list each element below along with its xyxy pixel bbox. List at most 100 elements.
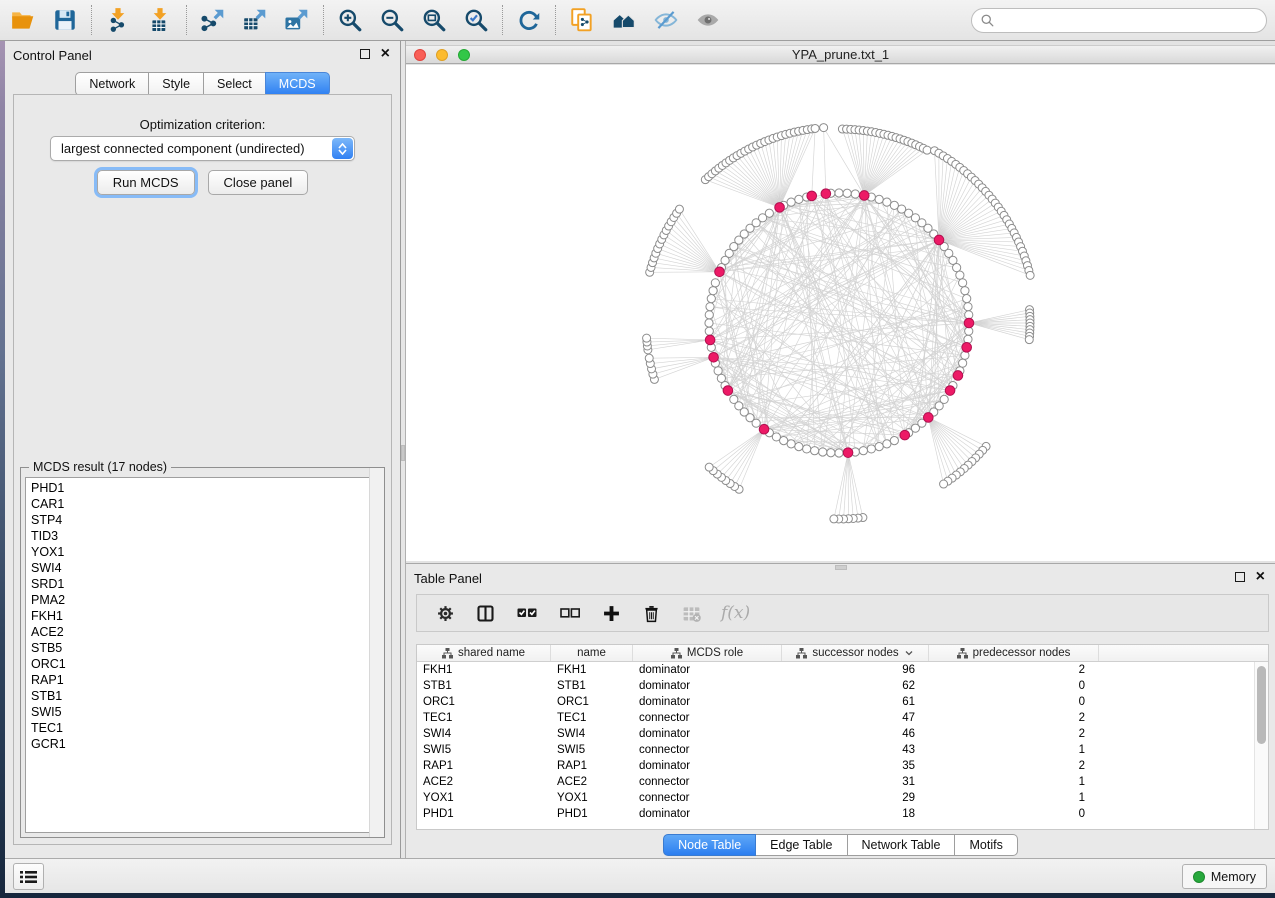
- mcds-result-item[interactable]: STB1: [26, 688, 379, 704]
- table-row[interactable]: YOX1YOX1connector291: [417, 790, 1268, 806]
- window-maximize-button[interactable]: [458, 49, 470, 61]
- table-cell: 0: [929, 678, 1099, 694]
- network-window-titlebar[interactable]: YPA_prune.txt_1: [406, 45, 1275, 64]
- close-panel-icon[interactable]: ×: [381, 49, 390, 59]
- column-header-name[interactable]: name: [551, 645, 633, 661]
- table-scrollbar-thumb[interactable]: [1257, 666, 1266, 744]
- mcds-result-item[interactable]: PHD1: [26, 480, 379, 496]
- optimization-criterion-select[interactable]: largest connected component (undirected): [50, 136, 355, 161]
- network-graph[interactable]: [406, 65, 1275, 561]
- tab-style[interactable]: Style: [148, 72, 203, 96]
- export-network-icon[interactable]: [192, 2, 234, 38]
- add-row-icon[interactable]: [601, 603, 622, 624]
- task-history-button[interactable]: [13, 863, 44, 890]
- toolbar-separator: [555, 5, 556, 35]
- mcds-result-item[interactable]: STP4: [26, 512, 379, 528]
- open-file-icon[interactable]: [2, 2, 44, 38]
- zoom-out-icon[interactable]: [371, 2, 413, 38]
- save-session-icon[interactable]: [44, 2, 86, 38]
- float-table-panel-icon[interactable]: [1235, 572, 1245, 582]
- table-row[interactable]: FKH1FKH1dominator962: [417, 662, 1268, 678]
- table-cell: TEC1: [417, 710, 551, 726]
- delete-table-icon: [681, 603, 702, 624]
- table-cell: RAP1: [551, 758, 633, 774]
- zoom-selected-icon[interactable]: [455, 2, 497, 38]
- table-row[interactable]: ORC1ORC1dominator610: [417, 694, 1268, 710]
- mcds-result-item[interactable]: STB5: [26, 640, 379, 656]
- export-image-icon[interactable]: [276, 2, 318, 38]
- table-cell: FKH1: [417, 662, 551, 678]
- table-cell: dominator: [633, 806, 782, 822]
- refresh-icon[interactable]: [508, 2, 550, 38]
- import-table-icon[interactable]: [139, 2, 181, 38]
- show-columns-icon[interactable]: [475, 603, 496, 624]
- mcds-result-item[interactable]: YOX1: [26, 544, 379, 560]
- export-table-icon[interactable]: [234, 2, 276, 38]
- tab-select[interactable]: Select: [203, 72, 265, 96]
- tab-motifs[interactable]: Motifs: [955, 834, 1017, 856]
- table-cell: 43: [782, 742, 929, 758]
- mcds-result-item[interactable]: ACE2: [26, 624, 379, 640]
- select-all-icon[interactable]: [515, 601, 539, 625]
- table-row[interactable]: STB1STB1dominator620: [417, 678, 1268, 694]
- close-panel-button[interactable]: Close panel: [208, 170, 309, 195]
- splitter-grip[interactable]: [401, 445, 405, 461]
- tab-network-table[interactable]: Network Table: [848, 834, 956, 856]
- run-mcds-button[interactable]: Run MCDS: [97, 170, 195, 195]
- mcds-result-item[interactable]: CAR1: [26, 496, 379, 512]
- delete-row-icon[interactable]: [641, 603, 662, 624]
- mcds-result-item[interactable]: FKH1: [26, 608, 379, 624]
- table-cell: PHD1: [417, 806, 551, 822]
- mcds-result-item[interactable]: SRD1: [26, 576, 379, 592]
- copy-network-icon[interactable]: [561, 2, 603, 38]
- window-minimize-button[interactable]: [436, 49, 448, 61]
- table-cell: RAP1: [417, 758, 551, 774]
- column-header-predecessor-nodes[interactable]: predecessor nodes: [929, 645, 1099, 661]
- tab-edge-table[interactable]: Edge Table: [756, 834, 847, 856]
- deselect-all-icon[interactable]: [558, 601, 582, 625]
- mcds-result-item[interactable]: SWI5: [26, 704, 379, 720]
- horizontal-splitter-grip[interactable]: [835, 565, 847, 570]
- table-cell: ORC1: [551, 694, 633, 710]
- column-header-MCDS-role[interactable]: MCDS role: [633, 645, 782, 661]
- mcds-result-item[interactable]: RAP1: [26, 672, 379, 688]
- table-row[interactable]: PHD1PHD1dominator180: [417, 806, 1268, 822]
- table-row[interactable]: ACE2ACE2connector311: [417, 774, 1268, 790]
- zoom-in-icon[interactable]: [329, 2, 371, 38]
- table-cell: 35: [782, 758, 929, 774]
- table-cell: ACE2: [551, 774, 633, 790]
- mcds-result-item[interactable]: TEC1: [26, 720, 379, 736]
- search-input[interactable]: [995, 11, 1266, 31]
- column-header-shared-name[interactable]: shared name: [417, 645, 551, 661]
- mcds-result-item[interactable]: TID3: [26, 528, 379, 544]
- table-cell: YOX1: [417, 790, 551, 806]
- tab-mcds[interactable]: MCDS: [265, 72, 330, 96]
- result-list-scrollbar[interactable]: [369, 468, 384, 837]
- table-row[interactable]: SWI5SWI5connector431: [417, 742, 1268, 758]
- import-network-icon[interactable]: [97, 2, 139, 38]
- window-close-button[interactable]: [414, 49, 426, 61]
- close-table-panel-icon[interactable]: ×: [1256, 572, 1265, 582]
- zoom-fit-icon[interactable]: [413, 2, 455, 38]
- memory-button[interactable]: Memory: [1182, 864, 1267, 889]
- search-box[interactable]: [971, 8, 1267, 33]
- table-row[interactable]: TEC1TEC1connector472: [417, 710, 1268, 726]
- table-row[interactable]: RAP1RAP1dominator352: [417, 758, 1268, 774]
- mcds-result-item[interactable]: GCR1: [26, 736, 379, 752]
- tab-network[interactable]: Network: [75, 72, 148, 96]
- first-neighbors-icon[interactable]: [603, 2, 645, 38]
- network-canvas[interactable]: [406, 65, 1275, 561]
- float-panel-icon[interactable]: [360, 49, 370, 59]
- tab-node-table[interactable]: Node Table: [663, 834, 756, 856]
- mcds-result-item[interactable]: SWI4: [26, 560, 379, 576]
- column-header-successor-nodes[interactable]: successor nodes: [782, 645, 929, 661]
- network-window-title: YPA_prune.txt_1: [406, 46, 1275, 63]
- hide-selected-icon[interactable]: [645, 2, 687, 38]
- show-all-icon[interactable]: [687, 2, 729, 38]
- table-scrollbar[interactable]: [1254, 662, 1268, 829]
- mcds-result-item[interactable]: ORC1: [26, 656, 379, 672]
- table-cell: dominator: [633, 678, 782, 694]
- mcds-result-item[interactable]: PMA2: [26, 592, 379, 608]
- settings-gear-icon[interactable]: [435, 603, 456, 624]
- table-row[interactable]: SWI4SWI4dominator462: [417, 726, 1268, 742]
